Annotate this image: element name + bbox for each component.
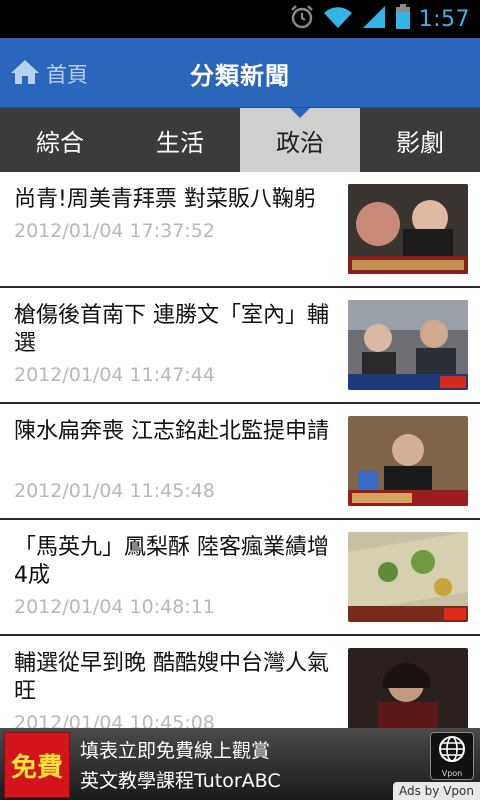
news-time: 2012/01/04 11:45:48 xyxy=(14,480,215,502)
status-icons: 1:57 xyxy=(289,4,470,34)
tab-general[interactable]: 綜合 xyxy=(0,108,120,172)
page-title: 分類新聞 xyxy=(190,62,290,90)
news-title: 陳水扁奔喪 江志銘赴北監提申請 xyxy=(14,419,329,444)
news-thumbnail xyxy=(348,300,468,390)
news-thumbnail xyxy=(348,648,468,728)
news-time: 2012/01/04 11:47:44 xyxy=(14,364,215,386)
tab-politics[interactable]: 政治 xyxy=(240,108,360,172)
tab-life[interactable]: 生活 xyxy=(120,108,240,172)
news-time: 2012/01/04 17:37:52 xyxy=(14,220,215,242)
ad-credit: Ads by Vpon xyxy=(393,782,480,800)
tab-label: 生活 xyxy=(156,128,204,157)
news-thumbnail xyxy=(348,532,468,622)
news-item[interactable]: 槍傷後首南下 連勝文「室內」輔選 2012/01/04 11:47:44 xyxy=(0,288,480,404)
ad-text-line1: 填表立即免費線上觀賞 xyxy=(80,740,271,762)
news-title: 尚青!周美青拜票 對菜販八鞠躬 xyxy=(14,187,316,212)
news-item[interactable]: 「馬英九」鳳梨酥 陸客瘋業績增4成 2012/01/04 10:48:11 xyxy=(0,520,480,636)
news-item[interactable]: 陳水扁奔喪 江志銘赴北監提申請 2012/01/04 11:45:48 xyxy=(0,404,480,520)
app-header: 首頁 分類新聞 xyxy=(0,38,480,108)
ad-free-badge: 免費 xyxy=(4,732,70,798)
news-item[interactable]: 輔選從早到晚 酷酷嫂中台灣人氣旺 2012/01/04 10:45:08 xyxy=(0,636,480,728)
news-thumbnail xyxy=(348,416,468,506)
news-time: 2012/01/04 10:45:08 xyxy=(14,712,215,728)
category-tabs: 綜合 生活 政治 影劇 xyxy=(0,108,480,172)
wifi-icon xyxy=(323,5,353,33)
status-bar: 1:57 xyxy=(0,0,480,38)
news-list: 尚青!周美青拜票 對菜販八鞠躬 2012/01/04 17:37:52 槍傷後首… xyxy=(0,172,480,728)
globe-icon xyxy=(437,734,467,768)
signal-icon xyxy=(361,5,387,33)
tab-entertainment[interactable]: 影劇 xyxy=(360,108,480,172)
news-item[interactable]: 尚青!周美青拜票 對菜販八鞠躬 2012/01/04 17:37:52 xyxy=(0,172,480,288)
ad-banner[interactable]: 免費 填表立即免費線上觀賞 英文教學課程TutorABC Vpon Ads by… xyxy=(0,728,480,800)
news-time: 2012/01/04 10:48:11 xyxy=(14,596,215,618)
tab-label: 綜合 xyxy=(36,128,84,157)
news-title: 「馬英九」鳳梨酥 陸客瘋業績增4成 xyxy=(14,535,329,588)
alarm-icon xyxy=(289,4,315,34)
news-thumbnail xyxy=(348,184,468,274)
tab-label: 政治 xyxy=(276,128,324,157)
clock: 1:57 xyxy=(418,6,470,32)
vpon-logo: Vpon xyxy=(430,732,474,780)
active-tab-pointer xyxy=(290,108,310,118)
ad-text-line2: 英文教學課程TutorABC xyxy=(80,770,281,792)
news-title: 輔選從早到晚 酷酷嫂中台灣人氣旺 xyxy=(14,651,329,704)
tab-label: 影劇 xyxy=(396,128,444,157)
vpon-logo-text: Vpon xyxy=(441,769,463,778)
news-title: 槍傷後首南下 連勝文「室內」輔選 xyxy=(14,303,329,356)
battery-icon xyxy=(395,4,411,34)
